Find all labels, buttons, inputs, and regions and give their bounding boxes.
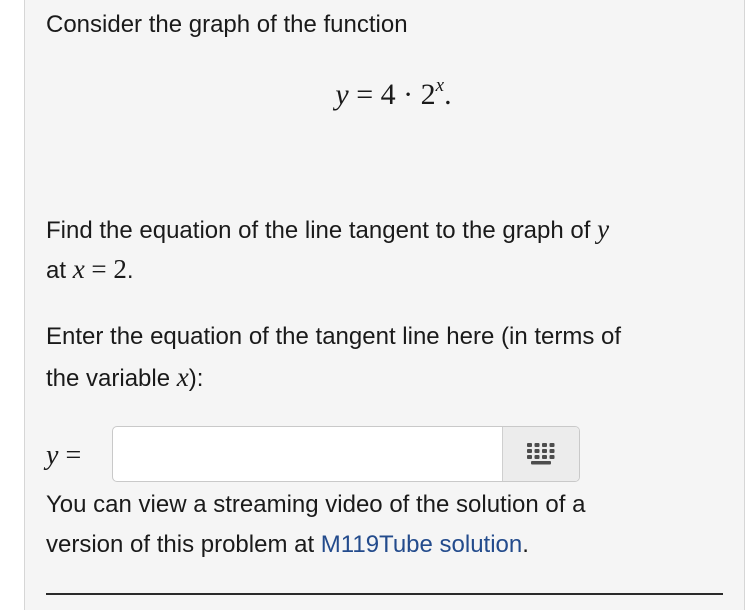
keypad-grid-icon [527,443,555,465]
instruction-line-1: Enter the equation of the tangent line h… [46,323,622,350]
function-lhs: y [335,78,349,111]
m119tube-solution-link[interactable]: M119Tube solution [321,531,522,558]
function-dot: · [403,78,414,111]
math-keypad-button[interactable] [502,427,579,481]
function-equation: y = 4 · 2x. [25,73,744,117]
prompt-line-2: at x = 2. [46,254,134,284]
prompt-var-x: x [72,254,85,284]
answer-input[interactable] [113,427,502,481]
function-coefficient: 4 [380,78,396,111]
function-equals: = [356,78,374,111]
function-base: 2 [420,78,436,111]
video-note-line-1: You can view a streaming video of the so… [46,491,586,518]
intro-text: Consider the graph of the function [46,11,408,38]
answer-box [112,426,580,482]
section-divider [46,593,723,595]
prompt-line-1: Find the equation of the line tangent to… [46,214,610,244]
video-note-line-2: version of this problem at M119Tube solu… [46,531,529,558]
instruction-var-x: x [176,362,189,392]
answer-label: y = [46,440,82,471]
problem-panel: Consider the graph of the function y = 4… [24,0,745,610]
function-exponent: x [435,75,445,96]
function-period: . [444,78,452,111]
instruction-line-2: the variable x): [46,362,204,392]
prompt-var-y: y [597,214,610,244]
